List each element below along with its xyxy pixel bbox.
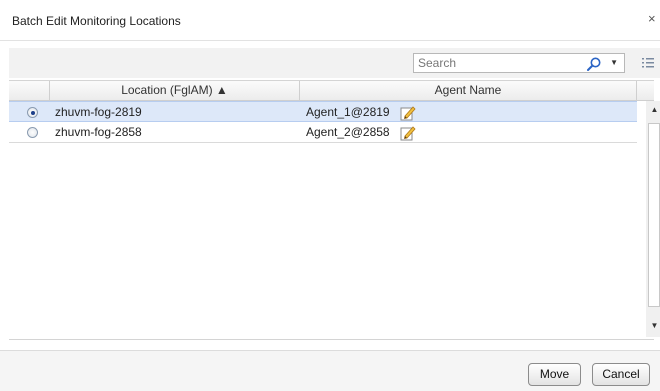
batch-edit-dialog: Batch Edit Monitoring Locations × Search… xyxy=(0,0,660,391)
scroll-up-arrow-icon[interactable]: ▲ xyxy=(646,105,660,117)
chevron-down-icon[interactable]: ▼ xyxy=(610,58,618,67)
column-header-location[interactable]: Location (FglAM) ▲ xyxy=(50,81,300,100)
close-icon[interactable]: × xyxy=(648,12,658,26)
dialog-title: Batch Edit Monitoring Locations xyxy=(12,14,181,28)
table-row[interactable]: zhuvm-fog-2819 Agent_1@2819 xyxy=(9,101,637,122)
edit-icon[interactable] xyxy=(400,105,416,121)
select-column-header xyxy=(9,81,50,100)
location-cell: zhuvm-fog-2819 xyxy=(55,105,142,119)
agent-name-cell: Agent_2@2858 xyxy=(306,125,390,139)
edit-icon[interactable] xyxy=(400,125,416,141)
table-row[interactable]: zhuvm-fog-2858 Agent_2@2858 xyxy=(9,122,637,143)
search-icon[interactable] xyxy=(586,56,602,72)
row-radio-button[interactable] xyxy=(27,107,38,118)
location-cell: zhuvm-fog-2858 xyxy=(55,125,142,139)
scroll-down-arrow-icon[interactable]: ▼ xyxy=(646,321,660,333)
search-placeholder: Search xyxy=(418,56,457,70)
column-header-agent-name[interactable]: Agent Name xyxy=(300,81,637,100)
cancel-button[interactable]: Cancel xyxy=(592,363,650,386)
table-header: Location (FglAM) ▲ Agent Name xyxy=(9,81,654,101)
move-button[interactable]: Move xyxy=(528,363,581,386)
scrollbar-thumb[interactable] xyxy=(648,123,660,307)
column-options-icon[interactable] xyxy=(641,56,655,70)
agent-name-cell: Agent_1@2819 xyxy=(306,105,390,119)
locations-table: Location (FglAM) ▲ Agent Name zhuvm-fog-… xyxy=(9,80,660,340)
dialog-titlebar: Batch Edit Monitoring Locations × xyxy=(0,0,660,41)
search-input[interactable]: Search ▼ xyxy=(413,53,625,73)
vertical-scrollbar[interactable]: ▲ ▼ xyxy=(646,101,660,337)
row-radio-button[interactable] xyxy=(27,127,38,138)
